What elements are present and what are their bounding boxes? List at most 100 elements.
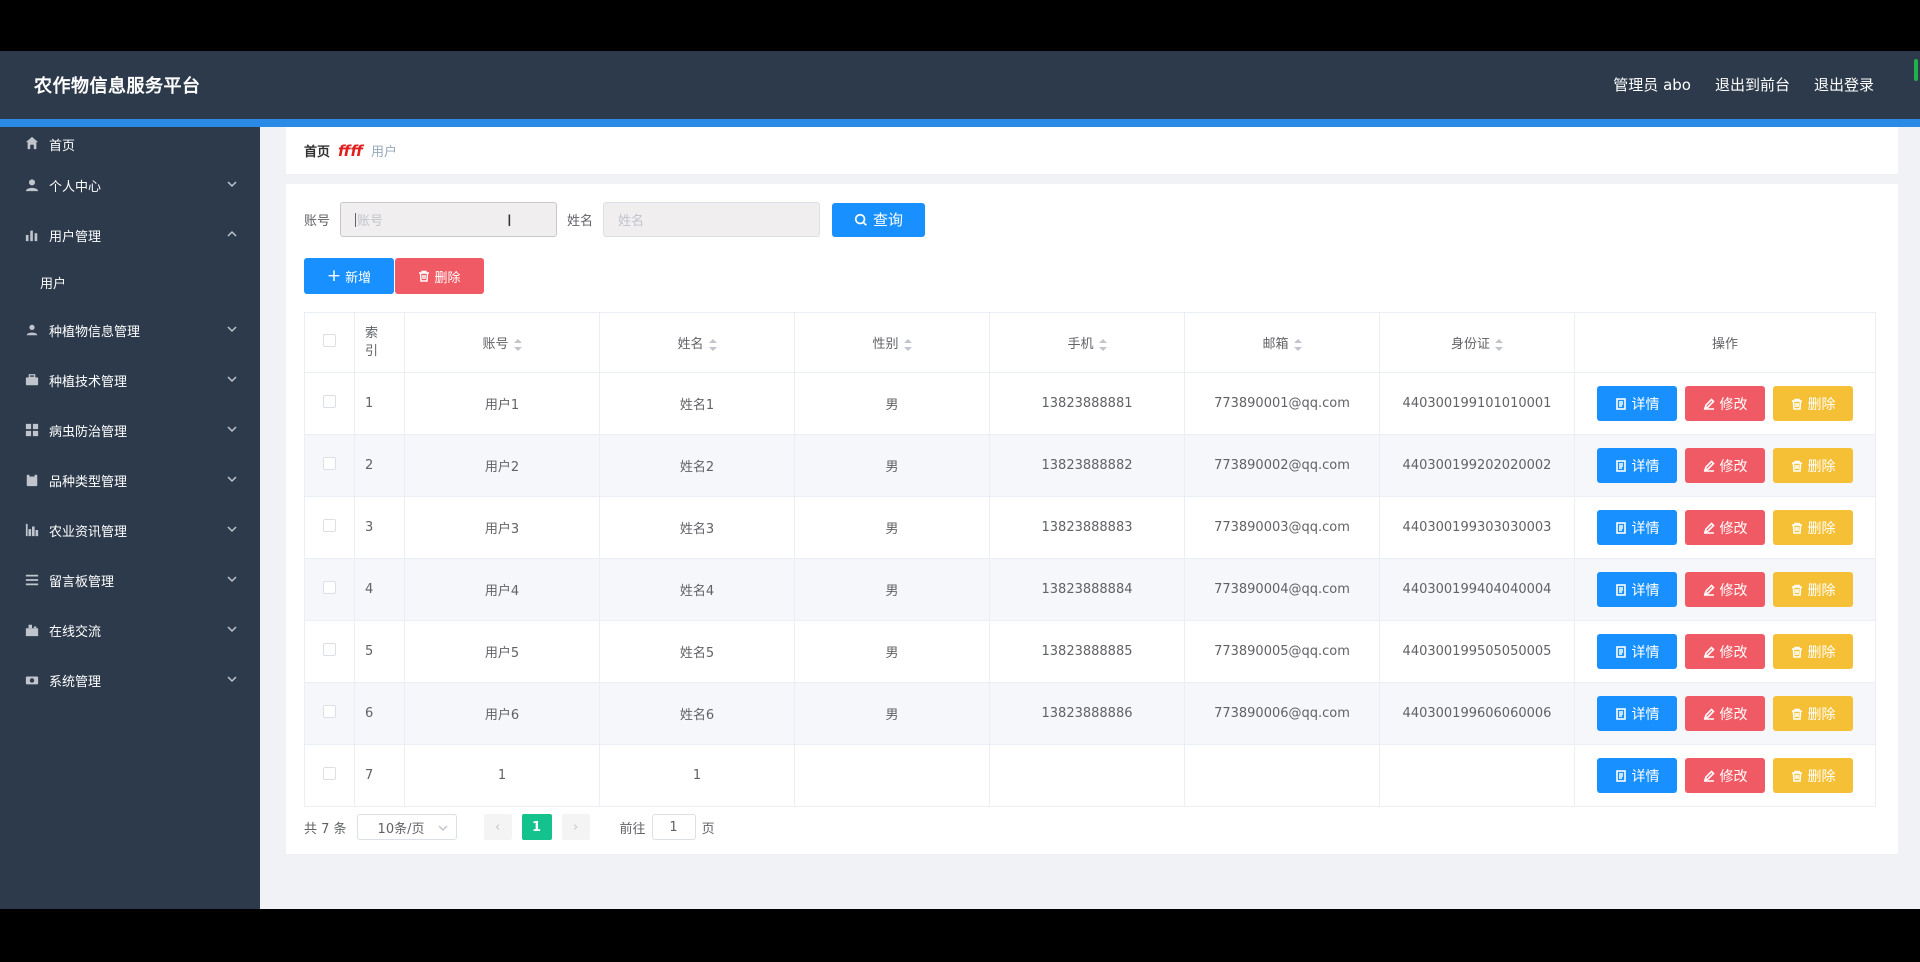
batch-delete-button[interactable]: 删除 <box>395 258 484 294</box>
sidebar-item-agri-news[interactable]: 农业资讯管理 <box>0 505 260 555</box>
delete-button[interactable]: 删除 <box>1773 510 1853 545</box>
row-checkbox[interactable] <box>323 457 336 470</box>
detail-button-label: 详情 <box>1631 582 1660 599</box>
edit-icon <box>1703 397 1715 410</box>
delete-button[interactable]: 删除 <box>1773 448 1853 483</box>
table-row: 4 用户4 姓名4 男 13823888884 773890004@qq.com 44030… <box>304 558 1876 621</box>
table-row: 2 用户2 姓名2 男 13823888882 773890002@qq.com 44030… <box>304 434 1876 497</box>
column-header-account[interactable]: 账号 <box>404 312 600 373</box>
sidebar-item-label: 留言板管理 <box>49 574 115 590</box>
column-header-label: 性别 <box>872 337 899 352</box>
detail-button[interactable]: 详情 <box>1597 510 1677 545</box>
cell-gender <box>794 744 990 807</box>
detail-button[interactable]: 详情 <box>1597 758 1677 793</box>
sidebar-item-message-board[interactable]: 留言板管理 <box>0 555 260 605</box>
sidebar-item-home[interactable]: 首页 <box>0 127 260 160</box>
sort-icon[interactable] <box>1098 338 1107 351</box>
delete-button[interactable]: 删除 <box>1773 634 1853 669</box>
column-header-gender[interactable]: 性别 <box>794 312 990 373</box>
edit-button-label: 修改 <box>1719 520 1748 537</box>
row-actions: 详情 修改 删除 <box>1575 572 1875 607</box>
sidebar-item-label: 种植技术管理 <box>49 374 128 390</box>
row-checkbox[interactable] <box>323 705 336 718</box>
detail-button-label: 详情 <box>1631 768 1660 785</box>
edit-button[interactable]: 修改 <box>1685 758 1765 793</box>
header-actions: 管理员 abo 退出到前台 退出登录 <box>1613 74 1874 95</box>
sidebar-item-plant-tech[interactable]: 种植技术管理 <box>0 355 260 405</box>
edit-button-label: 修改 <box>1719 396 1748 413</box>
sidebar-subitem-label: 用户 <box>40 277 67 292</box>
page-size-select[interactable]: 10条/页 <box>356 814 457 840</box>
delete-button[interactable]: 删除 <box>1773 758 1853 793</box>
row-checkbox[interactable] <box>323 581 336 594</box>
sort-icon[interactable] <box>708 338 717 351</box>
chevron-down-icon <box>226 523 238 535</box>
select-all-checkbox[interactable] <box>323 334 336 347</box>
column-header-idcard[interactable]: 身份证 <box>1379 312 1575 373</box>
scroll-indicator[interactable] <box>1910 53 1920 89</box>
page-number-current[interactable]: 1 <box>521 814 552 840</box>
column-header-name[interactable]: 姓名 <box>599 312 795 373</box>
sidebar-item-pest-control[interactable]: 病虫防治管理 <box>0 405 260 455</box>
table-row: 5 用户5 姓名5 男 13823888885 773890005@qq.com 44030… <box>304 620 1876 683</box>
chevron-down-icon <box>226 573 238 585</box>
delete-button-label: 删除 <box>1807 706 1836 723</box>
delete-button[interactable]: 删除 <box>1773 386 1853 421</box>
sidebar-item-plant-info[interactable]: 种植物信息管理 <box>0 305 260 355</box>
edit-button[interactable]: 修改 <box>1685 386 1765 421</box>
sort-icon[interactable] <box>513 338 522 351</box>
sidebar-subitem-users[interactable]: 用户 <box>0 260 260 305</box>
next-page-button[interactable]: › <box>561 814 590 840</box>
main-content: 首页 ffff 用户 账号 账号 I 姓名 姓名 查询 + 新增 删除 索引 账… <box>260 127 1920 909</box>
edit-button[interactable]: 修改 <box>1685 696 1765 731</box>
row-checkbox[interactable] <box>323 519 336 532</box>
app-logo-title: 农作物信息服务平台 <box>34 76 201 97</box>
row-checkbox[interactable] <box>323 643 336 656</box>
sidebar-item-label: 病虫防治管理 <box>49 424 128 440</box>
clipboard-icon <box>24 472 40 488</box>
column-header-label: 手机 <box>1067 337 1094 352</box>
column-header-phone[interactable]: 手机 <box>989 312 1185 373</box>
row-checkbox[interactable] <box>323 767 336 780</box>
edit-button[interactable]: 修改 <box>1685 448 1765 483</box>
add-button[interactable]: + 新增 <box>304 258 394 294</box>
cell-phone: 13823888881 <box>989 372 1185 435</box>
column-header-email[interactable]: 邮箱 <box>1184 312 1380 373</box>
prev-page-button[interactable]: ‹ <box>483 814 512 840</box>
query-button[interactable]: 查询 <box>832 202 926 237</box>
cell-phone: 13823888882 <box>989 434 1185 497</box>
detail-button[interactable]: 详情 <box>1597 572 1677 607</box>
breadcrumb-home[interactable]: 首页 <box>304 141 330 160</box>
cell-idcard: 440300199404040004 <box>1379 558 1575 621</box>
edit-button[interactable]: 修改 <box>1685 572 1765 607</box>
name-search-input[interactable]: 姓名 <box>603 202 821 237</box>
logout-link[interactable]: 退出登录 <box>1814 74 1874 95</box>
table-row: 1 用户1 姓名1 男 13823888881 773890001@qq.com 44030… <box>304 372 1876 435</box>
cell-account: 1 <box>404 744 600 807</box>
cell-actions: 详情 修改 删除 <box>1574 620 1876 683</box>
sidebar-item-system-management[interactable]: 系统管理 <box>0 655 260 705</box>
sidebar-item-online-chat[interactable]: 在线交流 <box>0 605 260 655</box>
row-checkbox[interactable] <box>323 395 336 408</box>
detail-button[interactable]: 详情 <box>1597 696 1677 731</box>
detail-button[interactable]: 详情 <box>1597 634 1677 669</box>
edit-button[interactable]: 修改 <box>1685 634 1765 669</box>
edit-button[interactable]: 修改 <box>1685 510 1765 545</box>
delete-button[interactable]: 删除 <box>1773 696 1853 731</box>
detail-button[interactable]: 详情 <box>1597 448 1677 483</box>
document-icon <box>1615 645 1626 658</box>
detail-button[interactable]: 详情 <box>1597 386 1677 421</box>
chevron-down-icon <box>226 473 238 485</box>
sort-icon[interactable] <box>903 338 912 351</box>
goto-page-input[interactable]: 1 <box>651 814 696 840</box>
account-search-input[interactable]: 账号 I <box>340 202 558 237</box>
admin-user-label[interactable]: 管理员 abo <box>1613 74 1691 95</box>
back-to-front-link[interactable]: 退出到前台 <box>1715 74 1790 95</box>
sort-icon[interactable] <box>1495 338 1503 351</box>
sidebar-item-personal-center[interactable]: 个人中心 <box>0 160 260 210</box>
person-icon <box>24 322 40 338</box>
delete-button[interactable]: 删除 <box>1773 572 1853 607</box>
sidebar-item-variety-type[interactable]: 品种类型管理 <box>0 455 260 505</box>
sort-icon[interactable] <box>1293 338 1302 351</box>
sidebar-item-user-management[interactable]: 用户管理 <box>0 210 260 260</box>
